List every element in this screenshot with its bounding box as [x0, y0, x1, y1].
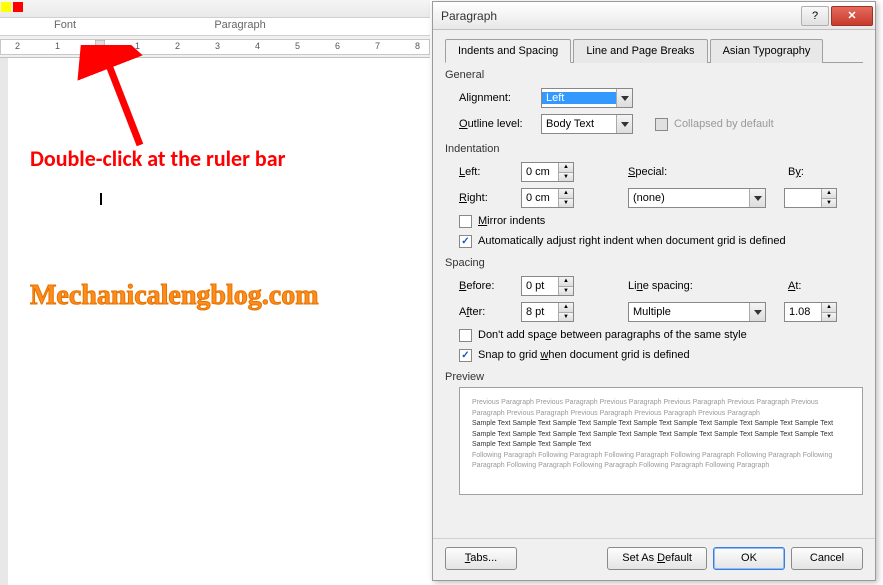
- spinner-arrows-icon: ▲▼: [821, 189, 836, 207]
- ruler-num: 8: [415, 41, 420, 51]
- document-canvas[interactable]: [0, 58, 430, 585]
- ruler-num: 4: [255, 41, 260, 51]
- annotation-text: Double-click at the ruler bar: [30, 145, 285, 172]
- spinner-arrows-icon: ▲▼: [558, 277, 573, 295]
- ruler-num: 6: [335, 41, 340, 51]
- indent-right-label: Right:: [459, 192, 515, 204]
- ok-button[interactable]: OK: [713, 547, 785, 570]
- indentation-heading: Indentation: [445, 143, 863, 155]
- dialog-title: Paragraph: [441, 9, 799, 23]
- spacing-heading: Spacing: [445, 257, 863, 269]
- ruler-num: 5: [295, 41, 300, 51]
- ruler[interactable]: 2 1 1 2 3 4 5 6 7 8: [0, 36, 430, 58]
- auto-adjust-label: Automatically adjust right indent when d…: [478, 235, 786, 247]
- dont-add-space-label: Don't add space between paragraphs of th…: [478, 329, 747, 341]
- help-icon: ?: [812, 10, 818, 22]
- alignment-value: Left: [542, 92, 616, 104]
- paragraph-dialog: Paragraph ? ✕ Indents and Spacing Line a…: [432, 1, 876, 581]
- ruler-num: 1: [55, 41, 60, 51]
- spinner-arrows-icon: ▲▼: [821, 303, 836, 321]
- preview-box: Previous Paragraph Previous Paragraph Pr…: [459, 387, 863, 495]
- tab-line-page-breaks[interactable]: Line and Page Breaks: [573, 39, 707, 63]
- ribbon-strip: [0, 0, 430, 18]
- after-spinner[interactable]: 8 pt ▲▼: [521, 302, 574, 322]
- at-spinner[interactable]: 1.08 ▲▼: [784, 302, 837, 322]
- special-combo[interactable]: (none): [628, 188, 766, 208]
- indent-left-spinner[interactable]: 0 cm ▲▼: [521, 162, 574, 182]
- tab-strip: Indents and Spacing Line and Page Breaks…: [445, 38, 863, 63]
- tab-asian-typography[interactable]: Asian Typography: [710, 39, 824, 63]
- before-spinner[interactable]: 0 pt ▲▼: [521, 276, 574, 296]
- collapsed-checkbox: [655, 118, 668, 131]
- preview-follow: Following Paragraph Following Paragraph …: [472, 451, 850, 472]
- mirror-indents-checkbox[interactable]: [459, 215, 472, 228]
- indent-marker-icon[interactable]: [95, 40, 105, 56]
- page-margin: [0, 58, 8, 585]
- watermark-text: Mechanicalengblog.com: [30, 280, 319, 312]
- highlight-yellow[interactable]: [1, 2, 11, 12]
- snap-to-grid-label: Snap to grid when document grid is defin…: [478, 349, 690, 361]
- mirror-indents-label: Mirror indents: [478, 215, 545, 227]
- close-button[interactable]: ✕: [831, 6, 873, 26]
- snap-to-grid-checkbox[interactable]: ✓: [459, 349, 472, 362]
- chevron-down-icon: [749, 189, 765, 207]
- spinner-arrows-icon: ▲▼: [558, 163, 573, 181]
- chevron-down-icon: [616, 115, 632, 133]
- close-icon: ✕: [847, 9, 856, 22]
- collapsed-label: Collapsed by default: [674, 118, 774, 130]
- ruler-num: 2: [15, 41, 20, 51]
- ribbon-group-labels: Font Paragraph: [0, 18, 430, 36]
- outline-label: Outline level:: [459, 118, 535, 130]
- tabs-button[interactable]: Tabs...: [445, 547, 517, 570]
- ruler-num: 1: [135, 41, 140, 51]
- tab-indents-spacing[interactable]: Indents and Spacing: [445, 39, 571, 63]
- before-label: Before:: [459, 280, 515, 292]
- outline-level-combo[interactable]: Body Text: [541, 114, 633, 134]
- indent-left-label: Left:: [459, 166, 515, 178]
- ruler-num: 2: [175, 41, 180, 51]
- ruler-num: 3: [215, 41, 220, 51]
- preview-prev: Previous Paragraph Previous Paragraph Pr…: [472, 398, 850, 419]
- indent-right-spinner[interactable]: 0 cm ▲▼: [521, 188, 574, 208]
- text-cursor: [100, 193, 102, 205]
- after-label: After:: [459, 306, 515, 318]
- outline-value: Body Text: [542, 118, 616, 130]
- special-label: Special:: [628, 166, 728, 178]
- preview-heading: Preview: [445, 371, 863, 383]
- set-default-button[interactable]: Set As Default: [607, 547, 707, 570]
- cancel-button[interactable]: Cancel: [791, 547, 863, 570]
- alignment-combo[interactable]: Left: [541, 88, 633, 108]
- spinner-arrows-icon: ▲▼: [558, 189, 573, 207]
- line-spacing-combo[interactable]: Multiple: [628, 302, 766, 322]
- preview-sample: Sample Text Sample Text Sample Text Samp…: [472, 419, 850, 451]
- alignment-label: Alignment:: [459, 92, 535, 104]
- chevron-down-icon: [749, 303, 765, 321]
- dialog-titlebar[interactable]: Paragraph ? ✕: [433, 2, 875, 30]
- group-font-label: Font: [0, 18, 130, 35]
- dialog-button-row: Tabs... Set As Default OK Cancel: [433, 538, 875, 580]
- dont-add-space-checkbox[interactable]: [459, 329, 472, 342]
- by-spinner[interactable]: ▲▼: [784, 188, 837, 208]
- auto-adjust-checkbox[interactable]: ✓: [459, 235, 472, 248]
- font-color-red[interactable]: [13, 2, 23, 12]
- spinner-arrows-icon: ▲▼: [558, 303, 573, 321]
- at-label: At:: [788, 280, 801, 292]
- help-button[interactable]: ?: [801, 6, 829, 26]
- ruler-num: 7: [375, 41, 380, 51]
- by-label: By:: [788, 166, 804, 178]
- line-spacing-label: Line spacing:: [628, 280, 728, 292]
- general-heading: General: [445, 69, 863, 81]
- group-paragraph-label: Paragraph: [130, 18, 350, 35]
- chevron-down-icon: [616, 89, 632, 107]
